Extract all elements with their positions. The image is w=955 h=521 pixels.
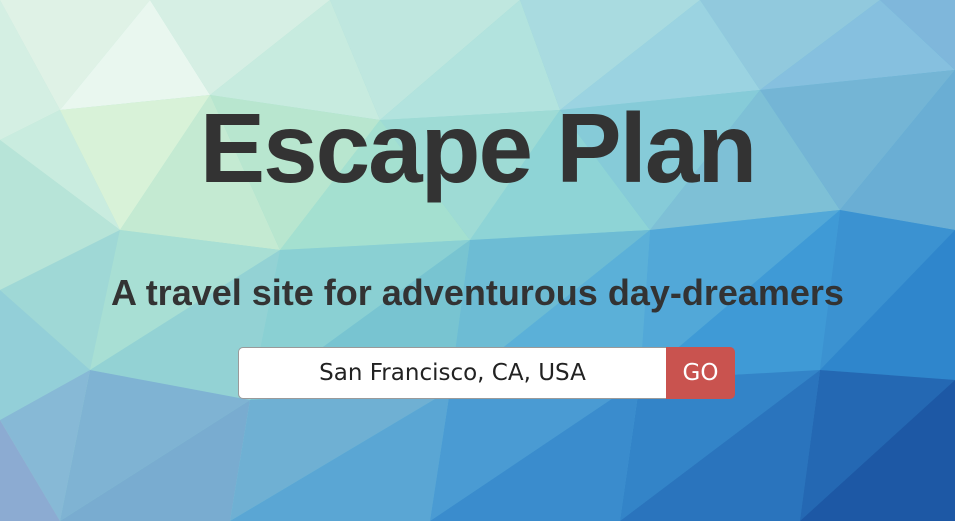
site-tagline: A travel site for adventurous day-dreame… [111, 272, 844, 313]
destination-search-input[interactable] [238, 347, 666, 399]
hero-section: Escape Plan A travel site for adventurou… [0, 0, 955, 521]
destination-search-form: GO [238, 347, 735, 399]
site-title: Escape Plan [199, 93, 757, 203]
go-button[interactable]: GO [666, 347, 735, 399]
